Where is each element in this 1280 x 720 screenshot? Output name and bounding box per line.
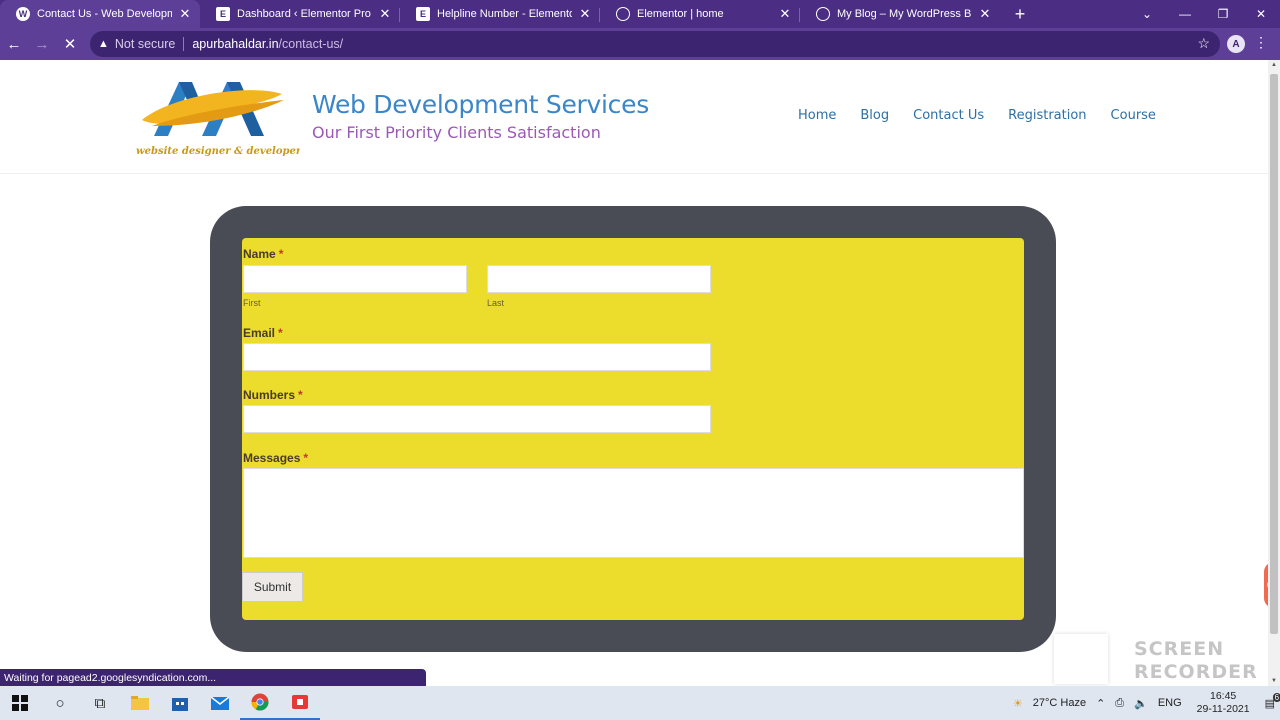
task-view-icon[interactable]: ⧉ (80, 686, 120, 720)
bookmark-star-icon[interactable]: ☆ (1197, 35, 1210, 52)
network-icon[interactable]: ⎙ (1115, 697, 1124, 710)
globe-icon (816, 7, 830, 21)
screen: W Contact Us - Web Development ✕ E Dashb… (0, 0, 1280, 720)
status-bar: Waiting for pagead2.googlesyndication.co… (0, 669, 426, 687)
clock-date: 29-11-2021 (1196, 703, 1250, 715)
numbers-input[interactable] (243, 405, 711, 433)
site-title[interactable]: Web Development Services (312, 90, 649, 119)
browser-tab-bar: W Contact Us - Web Development ✕ E Dashb… (0, 0, 1280, 28)
elementor-icon: E (216, 7, 230, 21)
site-tagline: Our First Priority Clients Satisfaction (312, 123, 601, 142)
volume-icon[interactable]: 🔈 (1134, 697, 1148, 710)
chrome-icon[interactable] (240, 686, 280, 720)
language-indicator[interactable]: ENG (1158, 697, 1182, 709)
nav-course[interactable]: Course (1111, 108, 1156, 123)
windows-start-icon[interactable] (0, 686, 40, 720)
windows-taskbar: ○ ⧉ ☀ 27°C Haze ⌃ ⎙ 🔈 ENG 16:45 29-11-20… (0, 686, 1280, 720)
submit-button[interactable]: Submit (242, 572, 303, 602)
tab-helpline[interactable]: E Helpline Number - Elementor Pr ✕ (400, 0, 600, 28)
nav-registration[interactable]: Registration (1008, 108, 1086, 123)
elementor-icon: E (416, 7, 430, 21)
scroll-up-icon[interactable]: ▲ (1270, 62, 1278, 68)
tab-elementor-home[interactable]: Elementor | home ✕ (600, 0, 800, 28)
back-icon[interactable]: ← (0, 30, 28, 58)
tab-search-icon[interactable]: ⌄ (1128, 0, 1166, 28)
scroll-down-icon[interactable]: ▼ (1270, 678, 1278, 684)
recorder-widget[interactable] (1054, 634, 1108, 684)
screen-recorder-watermark: SCREEN RECORDER (1134, 638, 1258, 683)
email-input[interactable] (243, 343, 711, 371)
last-sublabel: Last (487, 298, 505, 308)
system-tray: ☀ 27°C Haze ⌃ ⎙ 🔈 ENG 16:45 29-11-2021 ▤… (1008, 686, 1280, 720)
nav-contact-us[interactable]: Contact Us (913, 108, 984, 123)
notification-count: 6 (1272, 692, 1280, 702)
clock[interactable]: 16:45 29-11-2021 (1197, 690, 1250, 716)
last-name-input[interactable] (487, 265, 711, 293)
warning-icon[interactable]: ▲ (98, 38, 109, 50)
address-divider (183, 37, 185, 51)
notification-icon[interactable]: ▤ 6 (1265, 692, 1280, 710)
page-scrollbar[interactable]: ▲ ▼ (1268, 60, 1280, 686)
wordpress-icon: W (16, 7, 30, 21)
close-icon[interactable]: ✕ (778, 6, 792, 22)
tab-label: My Blog – My WordPress Blog (837, 8, 972, 20)
tab-label: Helpline Number - Elementor Pr (437, 8, 572, 20)
close-icon[interactable]: ✕ (578, 6, 592, 22)
file-explorer-icon[interactable] (120, 686, 160, 720)
tab-dashboard[interactable]: E Dashboard ‹ Elementor Pro — W ✕ (200, 0, 400, 28)
tab-label: Dashboard ‹ Elementor Pro — W (237, 8, 372, 20)
new-tab-button[interactable]: + (1006, 0, 1034, 28)
security-label[interactable]: Not secure (115, 37, 175, 51)
forward-icon[interactable]: → (28, 30, 56, 58)
window-close-icon[interactable]: ✕ (1242, 0, 1280, 28)
email-label: Email * (243, 326, 283, 340)
web-page: website designer & developer Web Develop… (0, 60, 1268, 686)
maximize-icon[interactable]: ❐ (1204, 0, 1242, 28)
first-name-input[interactable] (243, 265, 467, 293)
search-icon[interactable]: ○ (40, 686, 80, 720)
nav-blog[interactable]: Blog (860, 108, 889, 123)
site-header: website designer & developer Web Develop… (0, 60, 1268, 174)
store-icon[interactable] (160, 686, 200, 720)
clock-time: 16:45 (1209, 690, 1237, 702)
more-menu-icon[interactable]: ⋮ (1254, 34, 1268, 51)
mail-icon[interactable] (200, 686, 240, 720)
close-icon[interactable]: ✕ (978, 6, 992, 22)
minimize-icon[interactable]: — (1166, 0, 1204, 28)
scroll-thumb[interactable] (1270, 74, 1278, 634)
url-host: apurbahaldar.in (192, 37, 279, 51)
screen-recorder-icon[interactable] (280, 686, 320, 720)
tab-label: Contact Us - Web Development (37, 8, 172, 20)
tray-chevron-icon[interactable]: ⌃ (1096, 697, 1105, 710)
tab-my-blog[interactable]: My Blog – My WordPress Blog ✕ (800, 0, 1000, 28)
site-logo[interactable]: website designer & developer (134, 74, 300, 162)
name-label: Name * (243, 247, 284, 261)
first-sublabel: First (243, 298, 261, 308)
close-icon[interactable]: ✕ (378, 6, 392, 22)
globe-icon (616, 7, 630, 21)
profile-avatar[interactable]: A (1227, 35, 1245, 53)
window-controls: ⌄ — ❐ ✕ (1128, 0, 1280, 28)
url-path: /contact-us/ (278, 37, 344, 51)
numbers-label: Numbers * (243, 388, 303, 402)
close-icon[interactable]: ✕ (178, 6, 192, 22)
messages-textarea[interactable] (243, 468, 1024, 558)
weather-text[interactable]: 27°C Haze (1033, 697, 1086, 709)
logo-caption: website designer & developer (136, 146, 300, 157)
browser-toolbar: ← → ✕ ▲ Not secure apurbahaldar.in/conta… (0, 28, 1280, 60)
weather-icon[interactable]: ☀ (1013, 697, 1023, 710)
main-navigation: Home Blog Contact Us Registration Course (798, 108, 1180, 123)
nav-home[interactable]: Home (798, 108, 836, 123)
address-bar[interactable]: ▲ Not secure apurbahaldar.in/contact-us/… (90, 31, 1220, 57)
tab-label: Elementor | home (637, 8, 724, 20)
tab-contact-us[interactable]: W Contact Us - Web Development ✕ (0, 0, 200, 28)
stop-loading-icon[interactable]: ✕ (56, 30, 84, 58)
messages-label: Messages * (243, 451, 309, 465)
